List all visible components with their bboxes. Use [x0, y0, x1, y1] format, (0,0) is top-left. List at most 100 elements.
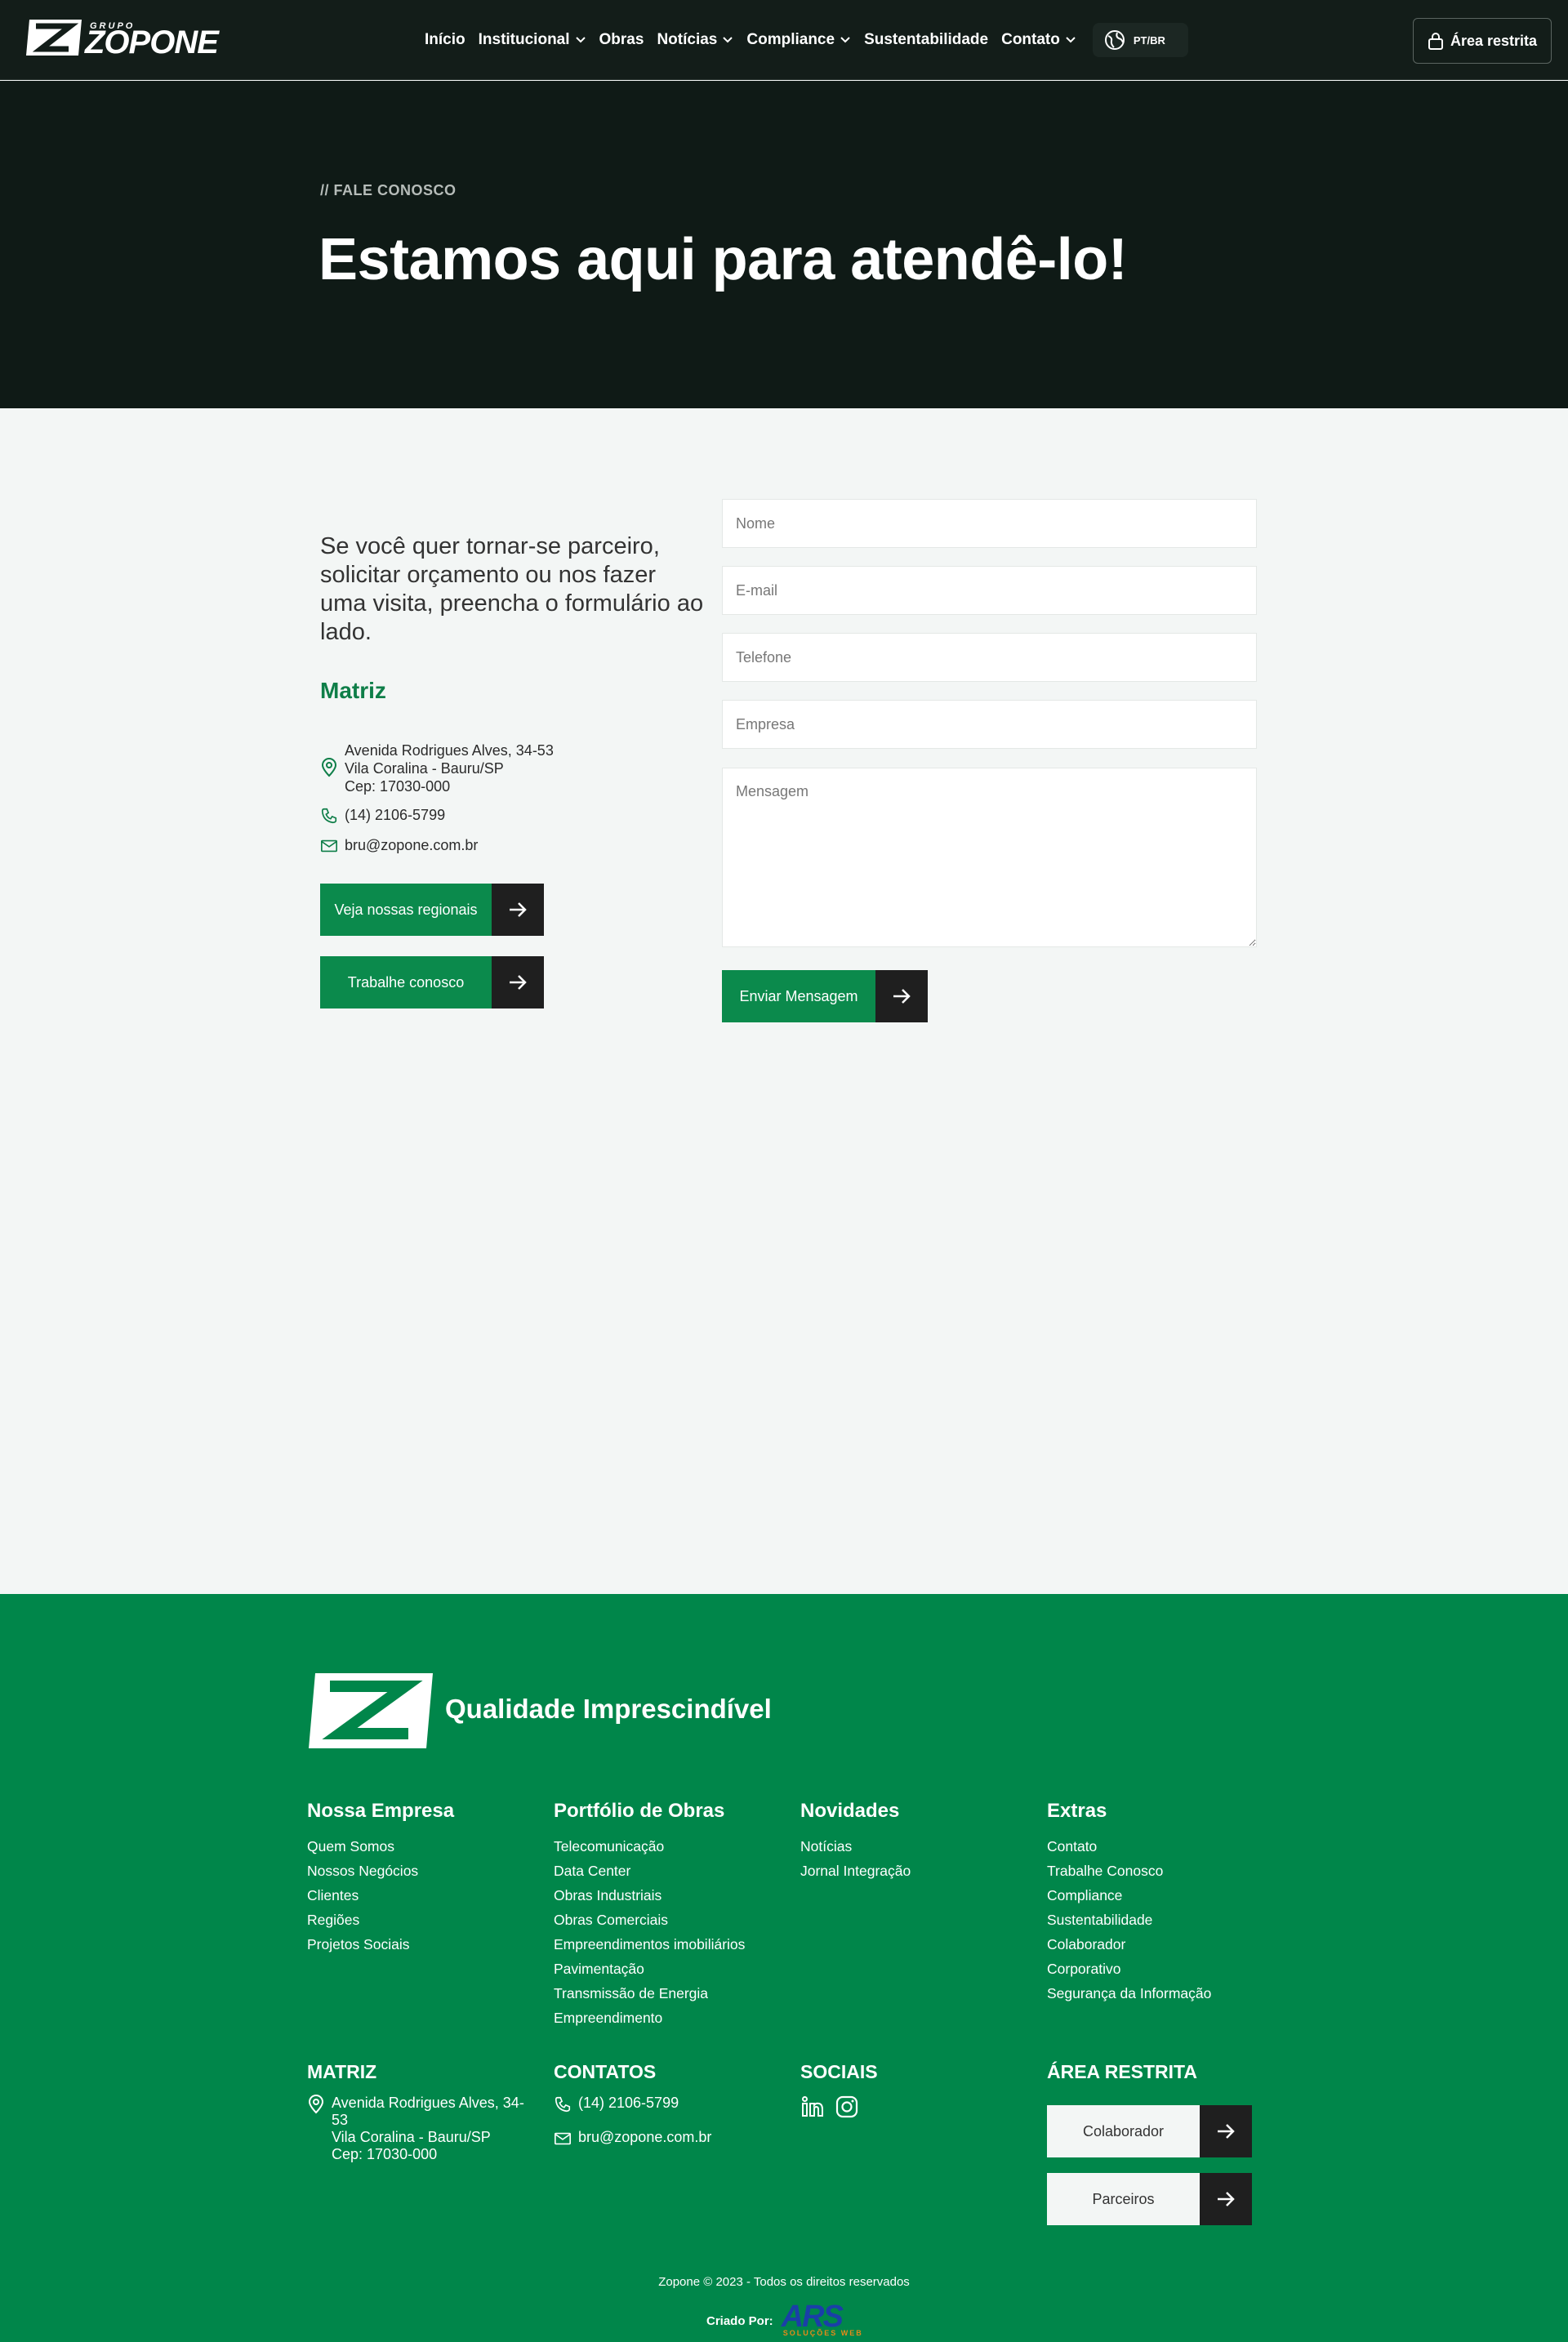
footer-link[interactable]: Notícias [800, 1834, 911, 1859]
footer-link[interactable]: Obras Comerciais [554, 1908, 745, 1932]
footer-link[interactable]: Transmissão de Energia [554, 1981, 745, 2006]
ars-logo-sub: SOLUÇÕES WEB [782, 2329, 863, 2337]
footer-link[interactable]: Jornal Integração [800, 1859, 911, 1883]
restricted-area-label: Área restrita [1450, 32, 1538, 49]
chevron-down-icon [840, 37, 850, 43]
footer-link[interactable]: Empreendimento [554, 2006, 745, 2030]
footer-email[interactable]: bru@zopone.com.br [554, 2129, 711, 2148]
phone-icon [555, 2096, 571, 2113]
nav-item-obras[interactable]: Obras [599, 31, 644, 49]
address-line: 53 [332, 2112, 349, 2128]
footer-matriz-title: MATRIZ [307, 2061, 377, 2082]
restricted-area-button[interactable]: Área restrita [1413, 18, 1552, 64]
colaborador-button[interactable]: Colaborador [1047, 2105, 1252, 2157]
footer-link[interactable]: Nossos Negócios [307, 1859, 454, 1883]
colaborador-label: Colaborador [1047, 2105, 1200, 2157]
footer-col-title: Extras [1047, 1800, 1107, 1822]
chevron-down-icon [1066, 37, 1076, 43]
footer-area-restrita: ÁREA RESTRITA [1047, 2061, 1197, 2095]
nav-label: Sustentabilidade [864, 31, 989, 48]
mail-icon [321, 839, 337, 853]
footer-col-title: Portfólio de Obras [554, 1800, 725, 1822]
trabalhe-button-label: Trabalhe conosco [320, 956, 492, 1008]
language-selector[interactable]: PT/BR [1092, 23, 1188, 57]
footer-link[interactable]: Obras Industriais [554, 1883, 745, 1908]
trabalhe-conosco-button[interactable]: Trabalhe conosco [320, 956, 544, 1008]
nav-item-contato[interactable]: Contato [1001, 31, 1076, 49]
parceiros-label: Parceiros [1047, 2173, 1200, 2225]
footer-sociais: SOCIAIS [800, 2061, 878, 2119]
footer-col-portfolio: Portfólio de Obras Telecomunicação Data … [554, 1800, 745, 2030]
email-input[interactable] [722, 566, 1257, 615]
site-footer: Qualidade Imprescindível Nossa Empresa Q… [0, 1594, 1568, 2342]
phone-input[interactable] [722, 633, 1257, 682]
footer-link[interactable]: Sustentabilidade [1047, 1908, 1211, 1932]
send-message-button[interactable]: Enviar Mensagem [722, 970, 928, 1022]
contact-intro-text: Se você quer tornar-se parceiro, solicit… [320, 533, 704, 645]
arrow-right-icon [1200, 2173, 1252, 2225]
address-line: Avenida Rodrigues Alves, 34- [332, 2095, 524, 2111]
footer-link[interactable]: Clientes [307, 1883, 454, 1908]
footer-link[interactable]: Projetos Sociais [307, 1932, 454, 1957]
creator-credit[interactable]: Criado Por: ARS SOLUÇÕES WEB [706, 2300, 866, 2339]
arrow-right-icon [492, 956, 544, 1008]
footer-link[interactable]: Trabalhe Conosco [1047, 1859, 1211, 1883]
footer-link[interactable]: Corporativo [1047, 1957, 1211, 1981]
address-line: Avenida Rodrigues Alves, 34-53 [345, 742, 554, 759]
footer-tagline: Qualidade Imprescindível [445, 1694, 772, 1724]
zopone-footer-logo-icon [309, 1673, 433, 1748]
mail-icon [555, 2132, 571, 2145]
footer-link[interactable]: Data Center [554, 1859, 745, 1883]
footer-link[interactable]: Empreendimentos imobiliários [554, 1932, 745, 1957]
copyright-text: Zopone © 2023 - Todos os direitos reserv… [658, 2275, 910, 2289]
regionais-button[interactable]: Veja nossas regionais [320, 884, 544, 936]
zopone-logo[interactable]: GRUPO ZOPONE [24, 18, 219, 60]
footer-area-title: ÁREA RESTRITA [1047, 2061, 1197, 2082]
nav-label: Contato [1001, 31, 1060, 48]
message-textarea[interactable] [722, 768, 1257, 947]
section-kicker: // FALE CONOSCO [320, 182, 457, 198]
main-nav: Início Institucional Obras Notícias Comp… [425, 23, 1188, 57]
footer-col-nossa-empresa: Nossa Empresa Quem Somos Nossos Negócios… [307, 1800, 454, 1957]
footer-sociais-title: SOCIAIS [800, 2061, 878, 2082]
footer-link[interactable]: Contato [1047, 1834, 1211, 1859]
nav-label: Notícias [657, 31, 718, 48]
footer-link[interactable]: Colaborador [1047, 1932, 1211, 1957]
instagram-icon[interactable] [835, 2095, 859, 2119]
footer-link[interactable]: Regiões [307, 1908, 454, 1932]
company-input[interactable] [722, 700, 1257, 749]
nav-item-inicio[interactable]: Início [425, 31, 466, 49]
created-by-label: Criado Por: [706, 2313, 773, 2328]
nav-label: Compliance [746, 31, 835, 48]
footer-link[interactable]: Quem Somos [307, 1834, 454, 1859]
footer-link[interactable]: Compliance [1047, 1883, 1211, 1908]
footer-phone-text: (14) 2106-5799 [578, 2095, 679, 2111]
nav-item-compliance[interactable]: Compliance [746, 31, 851, 49]
parceiros-button[interactable]: Parceiros [1047, 2173, 1252, 2225]
nav-label: Obras [599, 31, 644, 48]
phone-info[interactable]: (14) 2106-5799 [320, 806, 445, 826]
page-title: Estamos aqui para atendê-lo! [318, 227, 1128, 292]
footer-link[interactable]: Pavimentação [554, 1957, 745, 1981]
arrow-right-icon [492, 884, 544, 936]
regionais-button-label: Veja nossas regionais [320, 884, 492, 936]
footer-matriz: MATRIZ Avenida Rodrigues Alves, 34- 53 V… [307, 2061, 524, 2178]
nav-item-institucional[interactable]: Institucional [479, 31, 586, 49]
name-input[interactable] [722, 499, 1257, 548]
chevron-down-icon [723, 37, 733, 43]
footer-address: Avenida Rodrigues Alves, 34- 53 Vila Cor… [307, 2095, 524, 2163]
hero-banner: // FALE CONOSCO Estamos aqui para atendê… [0, 81, 1568, 408]
footer-phone[interactable]: (14) 2106-5799 [554, 2095, 711, 2114]
linkedin-icon[interactable] [800, 2095, 825, 2119]
footer-contatos-title: CONTATOS [554, 2061, 657, 2082]
logo-wordmark: ZOPONE [85, 24, 219, 60]
footer-link[interactable]: Segurança da Informação [1047, 1981, 1211, 2006]
nav-item-sustentabilidade[interactable]: Sustentabilidade [864, 31, 988, 49]
address-line: Vila Coralina - Bauru/SP [332, 2129, 491, 2145]
zopone-logo-mark-icon [26, 20, 82, 56]
phone-icon [321, 808, 337, 824]
footer-link[interactable]: Telecomunicação [554, 1834, 745, 1859]
nav-item-noticias[interactable]: Notícias [657, 31, 733, 49]
send-button-label: Enviar Mensagem [722, 970, 875, 1022]
email-info[interactable]: bru@zopone.com.br [320, 836, 478, 856]
